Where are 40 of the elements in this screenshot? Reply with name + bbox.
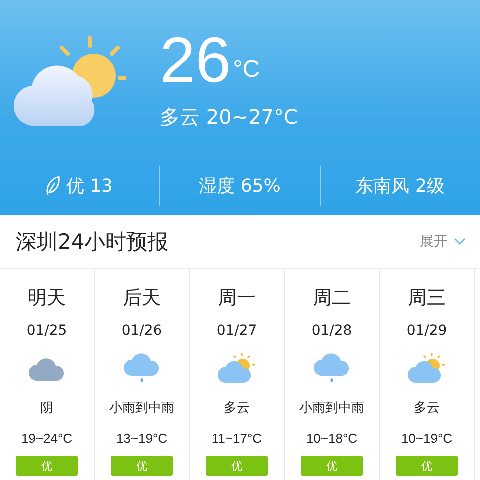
day-label: 周二: [313, 286, 351, 311]
expand-button[interactable]: 展开: [420, 232, 466, 250]
stat-text: 东南风 2级: [356, 175, 445, 198]
air-quality-badge: 优: [396, 456, 458, 476]
temperature-range: 11~17°C: [212, 431, 262, 446]
leaf-icon: [46, 176, 60, 196]
chevron-icon: [454, 238, 466, 246]
temperature-range: 19~24°C: [21, 431, 73, 446]
sun-cloud-icon: [408, 353, 446, 383]
condition-label: 小雨到中雨: [110, 400, 174, 417]
sun-cloud-icon: [14, 34, 126, 126]
air-quality-badge: 优: [16, 456, 78, 476]
condition-label: 阴: [40, 400, 54, 417]
date-label: 01/29: [406, 323, 448, 339]
rain-cloud-icon: [314, 352, 350, 384]
stat-text: 湿度 65%: [199, 175, 281, 198]
day-label: 后天: [123, 286, 161, 311]
weather-summary: 多云 20~27°C: [160, 104, 298, 131]
air-quality-badge: 优: [206, 456, 268, 476]
condition-label: 小雨到中雨: [300, 400, 364, 417]
rain-cloud-icon: [124, 352, 160, 384]
day-label: 周一: [218, 286, 256, 311]
date-label: 01/27: [216, 323, 258, 339]
condition-label: 多云: [224, 400, 250, 417]
day-label: 周三: [408, 286, 446, 311]
temperature-range: 10~19°C: [401, 431, 453, 446]
day-label: 明天: [28, 286, 66, 311]
forecast-title: 深圳24小时预报: [16, 228, 169, 256]
temperature-range: 10~18°C: [306, 431, 358, 446]
sun-cloud-icon: [218, 353, 256, 383]
date-label: 01/25: [26, 323, 68, 339]
air-quality-badge: 优: [301, 456, 363, 476]
date-label: 01/28: [312, 323, 352, 339]
temperature-range: 13~19°C: [116, 431, 168, 446]
condition-label: 多云: [414, 400, 440, 417]
current-temperature: 26: [160, 28, 232, 92]
date-label: 01/26: [122, 323, 162, 339]
air-quality-badge: 优: [111, 456, 173, 476]
stat-text: 优 13: [66, 175, 113, 198]
temperature-unit: °C: [233, 56, 260, 84]
